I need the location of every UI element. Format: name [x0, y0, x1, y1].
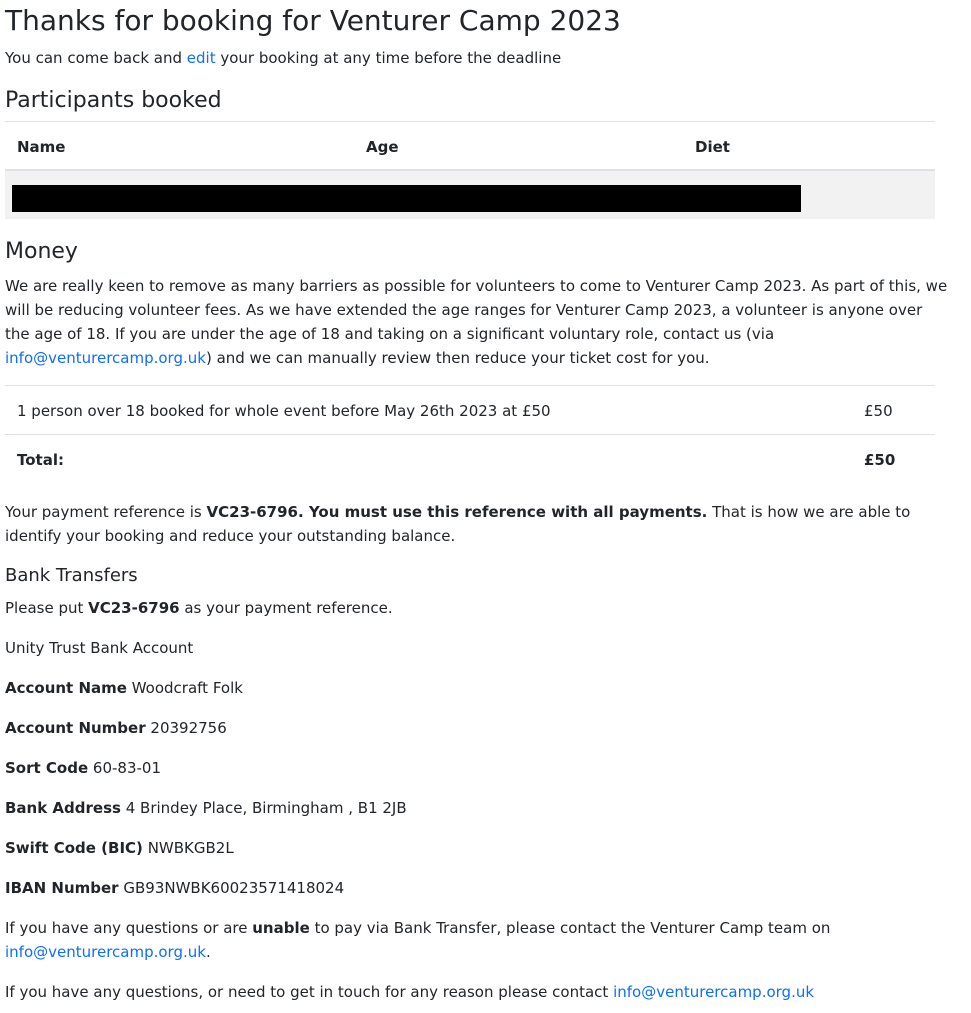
email-link[interactable]: info@venturercamp.org.uk — [5, 349, 206, 367]
sort-code-row: Sort Code 60-83-01 — [5, 759, 161, 777]
table-top-border — [5, 121, 935, 122]
bank-questions-email-link[interactable]: info@venturercamp.org.uk — [5, 943, 206, 961]
reference-warning: You must use this reference with all pay… — [308, 503, 708, 521]
column-header-age: Age — [366, 138, 399, 156]
bank-address-value: 4 Brindey Place, Birmingham , B1 2JB — [125, 799, 407, 817]
account-number-value: 20392756 — [150, 719, 227, 737]
edit-notice: You can come back and edit your booking … — [5, 49, 562, 67]
account-name-row: Account Name Woodcraft Folk — [5, 679, 243, 697]
money-description: We are really keen to remove as many bar… — [5, 277, 948, 367]
iban-value: GB93NWBK60023571418024 — [123, 879, 345, 897]
bank-transfer-questions: If you have any questions or are unable … — [5, 919, 831, 961]
iban-row: IBAN Number GB93NWBK60023571418024 — [5, 879, 345, 897]
redacted-participant — [12, 185, 801, 212]
general-contact-email-link[interactable]: info@venturercamp.org.uk — [613, 983, 814, 1001]
account-number-row: Account Number 20392756 — [5, 719, 227, 737]
line-item-description: 1 person over 18 booked for whole event … — [17, 402, 551, 420]
money-heading: Money — [5, 239, 78, 264]
total-label: Total: — [17, 451, 64, 469]
cost-table-top-border — [5, 385, 935, 386]
bank-address-row: Bank Address 4 Brindey Place, Birmingham… — [5, 799, 407, 817]
swift-code-row: Swift Code (BIC) NWBKGB2L — [5, 839, 234, 857]
bank-transfers-heading: Bank Transfers — [5, 565, 138, 586]
cost-table-row-border — [5, 434, 935, 435]
account-name-value: Woodcraft Folk — [131, 679, 243, 697]
bank-payment-reference: VC23-6796 — [88, 599, 180, 617]
general-contact: If you have any questions, or need to ge… — [5, 983, 815, 1001]
line-item-amount: £50 — [864, 402, 893, 420]
page-title: Thanks for booking for Venturer Camp 202… — [5, 4, 621, 37]
bank-account-type: Unity Trust Bank Account — [5, 639, 194, 657]
total-amount: £50 — [864, 451, 896, 469]
booking-confirmation-page: Thanks for booking for Venturer Camp 202… — [0, 0, 971, 1013]
sort-code-value: 60-83-01 — [92, 759, 161, 777]
edit-booking-link[interactable]: edit — [187, 49, 216, 67]
column-header-name: Name — [17, 138, 66, 156]
participants-heading: Participants booked — [5, 88, 222, 113]
payment-reference-notice: Your payment reference is VC23-6796. You… — [5, 503, 911, 545]
column-header-diet: Diet — [695, 138, 730, 156]
swift-code-value: NWBKGB2L — [147, 839, 234, 857]
bank-reference-instruction: Please put VC23-6796 as your payment ref… — [5, 599, 393, 617]
payment-reference: VC23-6796 — [206, 503, 298, 521]
